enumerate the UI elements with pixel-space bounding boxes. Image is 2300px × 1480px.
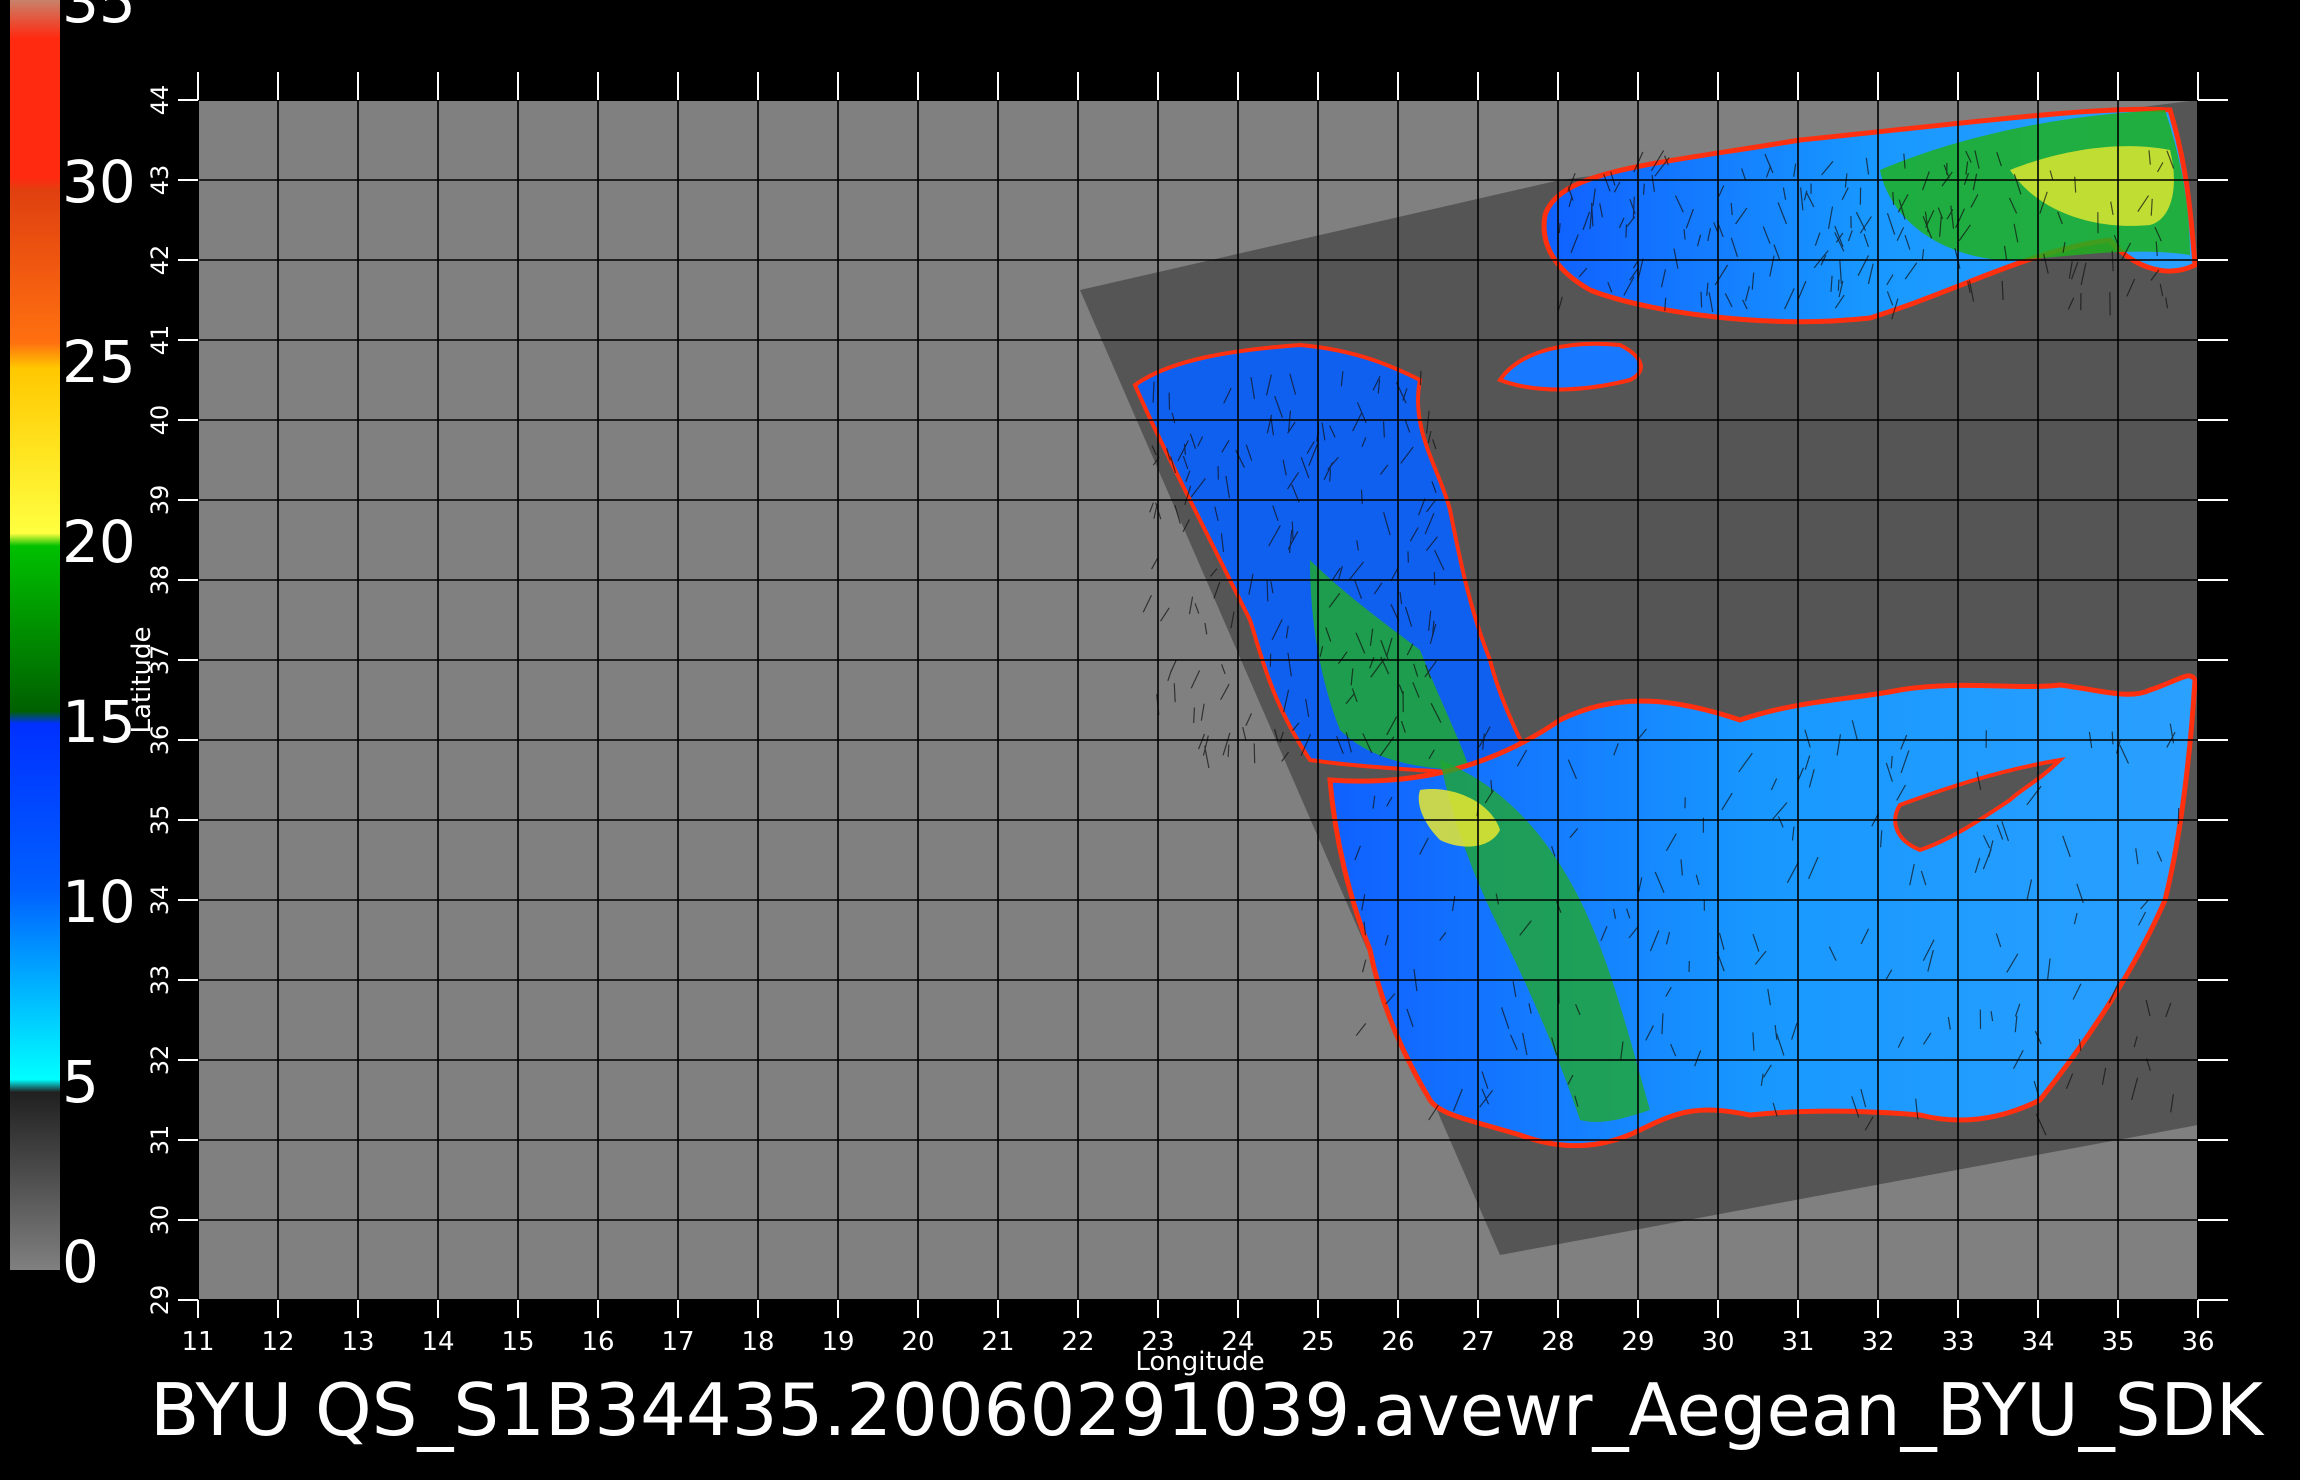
- x-tick-label: 12: [261, 1327, 294, 1357]
- wind-map-figure: 35 30 25 20 15 10 5 0 11 12 13 14 15 16 17 18 19 20 21 22 2…: [10, 0, 2265, 1452]
- colorbar-label: 5: [62, 1048, 99, 1116]
- x-tick-label: 27: [1461, 1327, 1494, 1357]
- wind-vector: [1642, 183, 1645, 195]
- wind-vector: [1700, 291, 1703, 308]
- y-tick-label: 35: [146, 805, 174, 836]
- colorbar: 35 30 25 20 15 10 5 0: [10, 0, 136, 1296]
- y-tick-label: 30: [146, 1205, 174, 1236]
- y-tick-label: 32: [146, 1045, 174, 1076]
- x-tick-label: 31: [1781, 1327, 1814, 1357]
- wind-vector: [1291, 521, 1294, 541]
- y-tick-label: 44: [146, 85, 174, 116]
- y-tick-label: 38: [146, 565, 174, 596]
- x-tick-label: 34: [2021, 1327, 2054, 1357]
- colorbar-labels: 35 30 25 20 15 10 5 0: [62, 0, 136, 1296]
- x-tick-label: 36: [2181, 1327, 2214, 1357]
- x-tick-label: 18: [741, 1327, 774, 1357]
- y-tick-label: 40: [146, 405, 174, 436]
- x-tick-label: 17: [661, 1327, 694, 1357]
- x-tick-label: 29: [1621, 1327, 1654, 1357]
- colorbar-label: 15: [62, 688, 136, 756]
- colorbar-gradient: [10, 0, 60, 1270]
- wind-vector: [1382, 421, 1385, 438]
- x-tick-label: 19: [821, 1327, 854, 1357]
- wind-vector: [1664, 297, 1667, 312]
- y-tick-label: 33: [146, 965, 174, 996]
- x-tick-label: 26: [1381, 1327, 1414, 1357]
- y-tick-label: 34: [146, 885, 174, 916]
- y-tick-label: 31: [146, 1125, 174, 1156]
- x-tick-label: 14: [421, 1327, 454, 1357]
- colorbar-label: 25: [62, 328, 136, 396]
- x-tick-label: 32: [1861, 1327, 1894, 1357]
- x-tick-label: 30: [1701, 1327, 1734, 1357]
- colorbar-label: 35: [62, 0, 136, 36]
- wind-vector: [1837, 279, 1840, 291]
- x-tick-label: 25: [1301, 1327, 1334, 1357]
- y-tick-label: 39: [146, 485, 174, 516]
- map-area: [197, 99, 2199, 1301]
- wind-vector: [2111, 731, 2114, 745]
- wind-vector: [1329, 469, 1332, 482]
- wind-vector: [1193, 707, 1196, 723]
- colorbar-label: 0: [62, 1228, 99, 1296]
- x-tick-label: 33: [1941, 1327, 1974, 1357]
- x-tick-label: 28: [1541, 1327, 1574, 1357]
- x-tick-label: 22: [1061, 1327, 1094, 1357]
- y-tick-label: 29: [146, 1285, 174, 1316]
- x-tick-label: 20: [901, 1327, 934, 1357]
- wind-vector: [1558, 223, 1561, 234]
- x-tick-label: 11: [181, 1327, 214, 1357]
- x-tick-label: 13: [341, 1327, 374, 1357]
- colorbar-label: 20: [62, 508, 136, 576]
- colorbar-label: 10: [62, 868, 136, 936]
- wind-vector: [1227, 744, 1230, 758]
- y-axis-label: Latitude: [127, 626, 157, 733]
- x-tick-label: 15: [501, 1327, 534, 1357]
- x-tick-label: 21: [981, 1327, 1014, 1357]
- wind-vector: [1360, 489, 1363, 504]
- wind-vector: [1266, 579, 1269, 602]
- image-filename-title: BYU QS_S1B34435.20060291039.avewr_Aegean…: [150, 1368, 2265, 1452]
- wind-vector: [2111, 250, 2114, 272]
- x-tick-label: 16: [581, 1327, 614, 1357]
- wind-vector: [1892, 191, 1895, 206]
- y-tick-label: 42: [146, 245, 174, 276]
- y-tick-label: 41: [146, 325, 174, 356]
- x-tick-label: 35: [2101, 1327, 2134, 1357]
- y-tick-label: 43: [146, 165, 174, 196]
- colorbar-label: 30: [62, 148, 136, 216]
